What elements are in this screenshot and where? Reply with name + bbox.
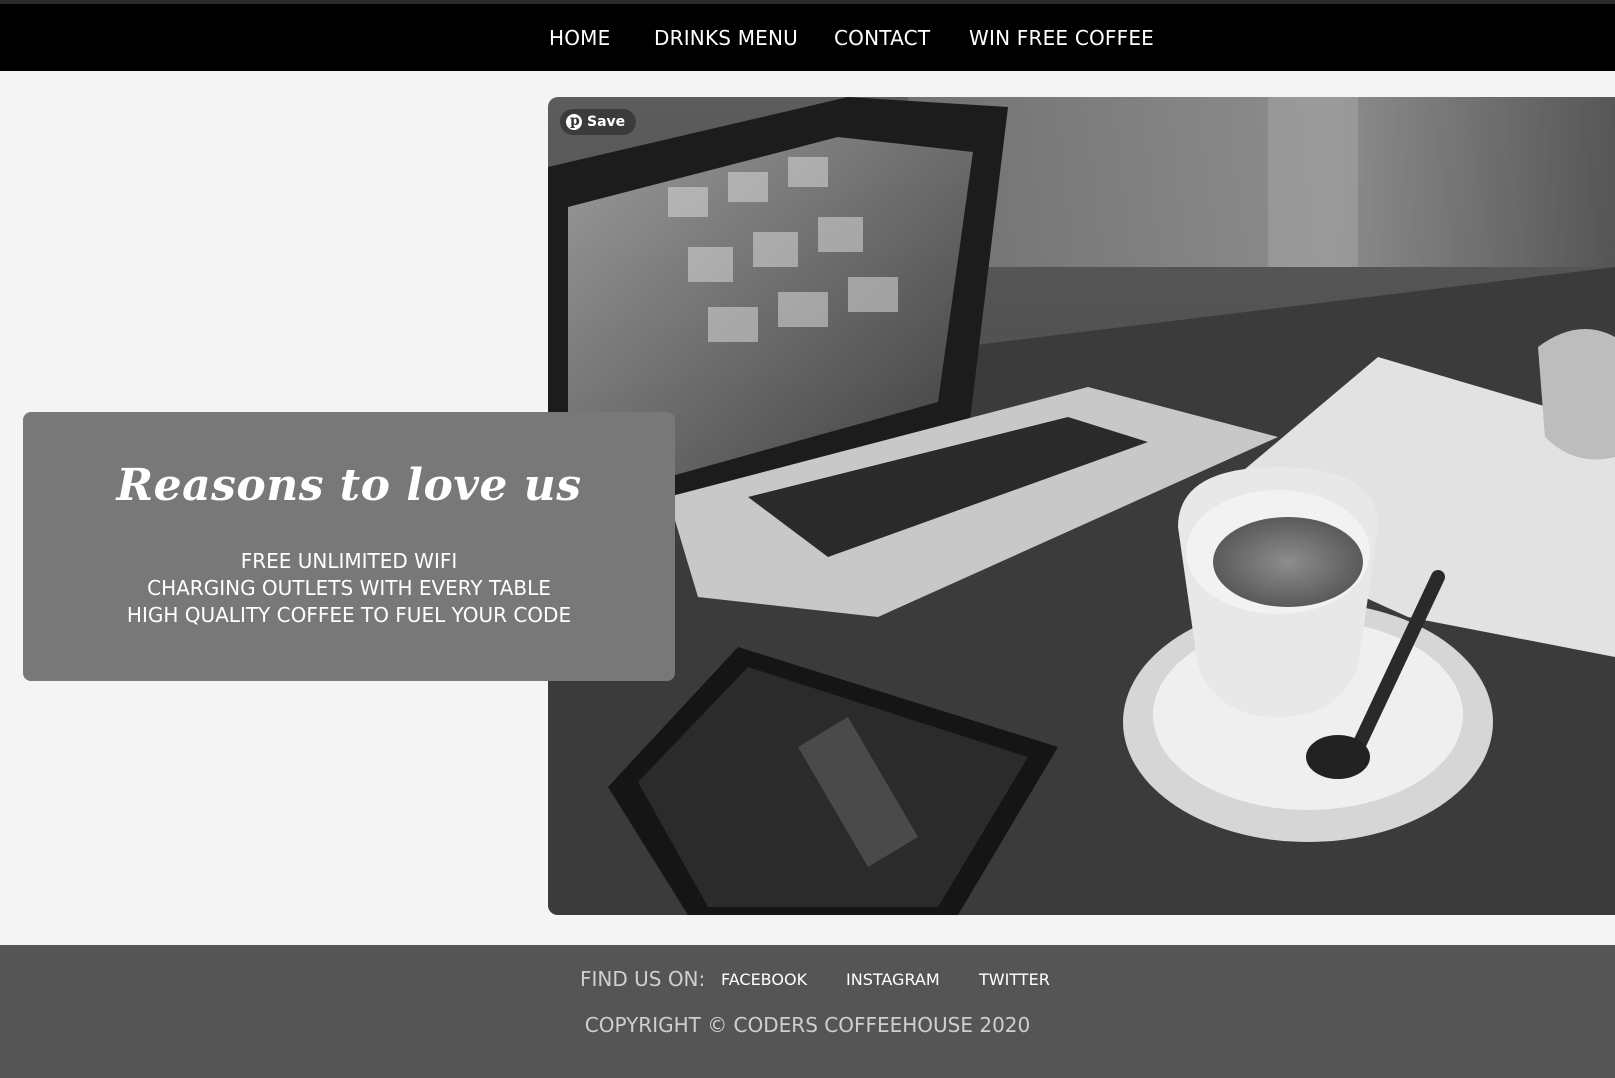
- find-us-label: FIND US ON:: [580, 967, 706, 991]
- hero-photo: Save: [548, 97, 1615, 915]
- copyright-text: COPYRIGHT © CODERS COFFEEHOUSE 2020: [584, 1013, 1031, 1037]
- nav-win-free-coffee-link[interactable]: WIN FREE COFFEE: [969, 26, 1154, 50]
- twitter-link[interactable]: TWITTER: [979, 970, 1050, 989]
- save-label: Save: [587, 114, 626, 130]
- nav-contact-link[interactable]: CONTACT: [834, 26, 930, 50]
- nav-home-link[interactable]: HOME: [549, 26, 610, 50]
- pinterest-icon: [566, 108, 582, 134]
- navbar: HOME DRINKS MENU CONTACT WIN FREE COFFEE: [0, 4, 1615, 71]
- reasons-card: Reasons to love us FREE UNLIMITED WIFI C…: [23, 412, 675, 681]
- pinterest-save-button[interactable]: Save: [560, 108, 637, 135]
- reason-item: CHARGING OUTLETS WITH EVERY TABLE: [147, 576, 551, 600]
- reason-item: FREE UNLIMITED WIFI: [240, 549, 458, 573]
- reason-item: HIGH QUALITY COFFEE TO FUEL YOUR CODE: [126, 603, 572, 627]
- hero-photo-illustration: [548, 97, 1615, 915]
- reasons-list: FREE UNLIMITED WIFI CHARGING OUTLETS WIT…: [23, 548, 675, 629]
- instagram-link[interactable]: INSTAGRAM: [846, 970, 940, 989]
- nav-drinks-menu-link[interactable]: DRINKS MENU: [654, 26, 798, 50]
- footer: FIND US ON: FACEBOOK INSTAGRAM TWITTER C…: [0, 945, 1615, 1078]
- reasons-title: Reasons to love us: [116, 460, 582, 511]
- facebook-link[interactable]: FACEBOOK: [721, 970, 807, 989]
